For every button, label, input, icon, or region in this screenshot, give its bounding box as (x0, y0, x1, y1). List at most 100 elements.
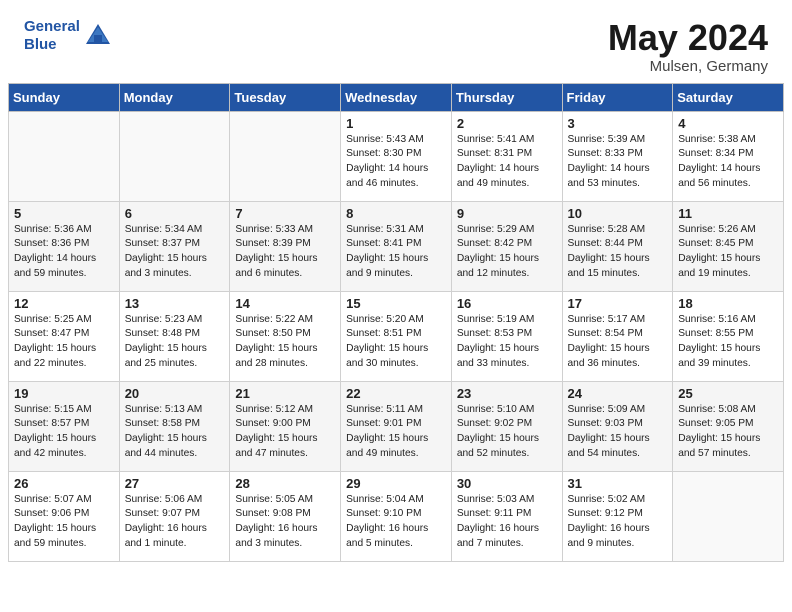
day-number: 21 (235, 386, 335, 401)
day-content: Sunrise: 5:43 AM Sunset: 8:30 PM Dayligh… (346, 133, 446, 192)
calendar-cell: 18 Sunrise: 5:16 AM Sunset: 8:55 PM Dayli… (673, 291, 784, 381)
calendar-cell: 1Sunrise: 5:43 AM Sunset: 8:30 PM Daylig… (341, 111, 452, 201)
logo-icon (84, 22, 112, 50)
day-content: Sunrise: 5:12 AM Sunset: 9:00 PM Dayligh… (235, 403, 335, 462)
calendar-body: 1Sunrise: 5:43 AM Sunset: 8:30 PM Daylig… (9, 111, 784, 561)
calendar-cell: 12 Sunrise: 5:25 AM Sunset: 8:47 PM Dayli… (9, 291, 120, 381)
calendar-cell: 3 Sunrise: 5:39 AM Sunset: 8:33 PM Daylig… (562, 111, 673, 201)
calendar-week-row: 1Sunrise: 5:43 AM Sunset: 8:30 PM Daylig… (9, 111, 784, 201)
day-content: Sunrise: 5:05 AM Sunset: 9:08 PM Dayligh… (235, 493, 335, 552)
calendar-cell: 22Sunrise: 5:11 AM Sunset: 9:01 PM Dayli… (341, 381, 452, 471)
day-number: 26 (14, 476, 114, 491)
col-saturday: Saturday (673, 83, 784, 111)
day-content: Sunrise: 5:02 AM Sunset: 9:12 PM Dayligh… (568, 493, 668, 552)
day-content: Sunrise: 5:20 AM Sunset: 8:51 PM Dayligh… (346, 313, 446, 372)
day-number: 2 (457, 116, 557, 131)
calendar-cell: 30 Sunrise: 5:03 AM Sunset: 9:11 PM Dayli… (451, 471, 562, 561)
calendar-week-row: 19 Sunrise: 5:15 AM Sunset: 8:57 PM Dayli… (9, 381, 784, 471)
calendar-cell: 31 Sunrise: 5:02 AM Sunset: 9:12 PM Dayli… (562, 471, 673, 561)
logo-text: General Blue (24, 18, 80, 54)
day-number: 25 (678, 386, 778, 401)
calendar-cell: 19 Sunrise: 5:15 AM Sunset: 8:57 PM Dayli… (9, 381, 120, 471)
day-number: 6 (125, 206, 225, 221)
day-content: Sunrise: 5:07 AM Sunset: 9:06 PM Dayligh… (14, 493, 114, 552)
day-number: 23 (457, 386, 557, 401)
day-number: 5 (14, 206, 114, 221)
calendar-cell: 5Sunrise: 5:36 AM Sunset: 8:36 PM Daylig… (9, 201, 120, 291)
day-number: 16 (457, 296, 557, 311)
calendar-wrapper: Sunday Monday Tuesday Wednesday Thursday… (0, 83, 792, 574)
day-content: Sunrise: 5:22 AM Sunset: 8:50 PM Dayligh… (235, 313, 335, 372)
day-content: Sunrise: 5:23 AM Sunset: 8:48 PM Dayligh… (125, 313, 225, 372)
day-number: 3 (568, 116, 668, 131)
calendar-cell (230, 111, 341, 201)
day-content: Sunrise: 5:29 AM Sunset: 8:42 PM Dayligh… (457, 223, 557, 282)
calendar-week-row: 26 Sunrise: 5:07 AM Sunset: 9:06 PM Dayli… (9, 471, 784, 561)
calendar-cell (9, 111, 120, 201)
calendar-cell: 20Sunrise: 5:13 AM Sunset: 8:58 PM Dayli… (119, 381, 230, 471)
day-content: Sunrise: 5:06 AM Sunset: 9:07 PM Dayligh… (125, 493, 225, 552)
day-content: Sunrise: 5:19 AM Sunset: 8:53 PM Dayligh… (457, 313, 557, 372)
location: Mulsen, Germany (608, 58, 768, 75)
calendar-cell: 24 Sunrise: 5:09 AM Sunset: 9:03 PM Dayli… (562, 381, 673, 471)
day-number: 30 (457, 476, 557, 491)
day-content: Sunrise: 5:10 AM Sunset: 9:02 PM Dayligh… (457, 403, 557, 462)
calendar-cell: 17 Sunrise: 5:17 AM Sunset: 8:54 PM Dayli… (562, 291, 673, 381)
day-number: 29 (346, 476, 446, 491)
day-number: 13 (125, 296, 225, 311)
day-content: Sunrise: 5:11 AM Sunset: 9:01 PM Dayligh… (346, 403, 446, 462)
calendar-cell: 28 Sunrise: 5:05 AM Sunset: 9:08 PM Dayli… (230, 471, 341, 561)
day-content: Sunrise: 5:09 AM Sunset: 9:03 PM Dayligh… (568, 403, 668, 462)
col-sunday: Sunday (9, 83, 120, 111)
day-number: 20 (125, 386, 225, 401)
day-number: 18 (678, 296, 778, 311)
day-number: 12 (14, 296, 114, 311)
col-tuesday: Tuesday (230, 83, 341, 111)
calendar-cell: 8Sunrise: 5:31 AM Sunset: 8:41 PM Daylig… (341, 201, 452, 291)
day-number: 14 (235, 296, 335, 311)
day-number: 8 (346, 206, 446, 221)
day-number: 24 (568, 386, 668, 401)
calendar-header: Sunday Monday Tuesday Wednesday Thursday… (9, 83, 784, 111)
day-content: Sunrise: 5:16 AM Sunset: 8:55 PM Dayligh… (678, 313, 778, 372)
col-wednesday: Wednesday (341, 83, 452, 111)
calendar-cell: 16 Sunrise: 5:19 AM Sunset: 8:53 PM Dayli… (451, 291, 562, 381)
day-content: Sunrise: 5:26 AM Sunset: 8:45 PM Dayligh… (678, 223, 778, 282)
header-row: Sunday Monday Tuesday Wednesday Thursday… (9, 83, 784, 111)
day-number: 17 (568, 296, 668, 311)
calendar-cell: 9 Sunrise: 5:29 AM Sunset: 8:42 PM Daylig… (451, 201, 562, 291)
day-number: 28 (235, 476, 335, 491)
day-number: 31 (568, 476, 668, 491)
day-content: Sunrise: 5:39 AM Sunset: 8:33 PM Dayligh… (568, 133, 668, 192)
calendar-cell: 11 Sunrise: 5:26 AM Sunset: 8:45 PM Dayli… (673, 201, 784, 291)
day-content: Sunrise: 5:38 AM Sunset: 8:34 PM Dayligh… (678, 133, 778, 192)
col-monday: Monday (119, 83, 230, 111)
logo: General Blue (24, 18, 112, 54)
day-number: 9 (457, 206, 557, 221)
calendar-cell: 27Sunrise: 5:06 AM Sunset: 9:07 PM Dayli… (119, 471, 230, 561)
day-content: Sunrise: 5:25 AM Sunset: 8:47 PM Dayligh… (14, 313, 114, 372)
calendar-cell: 2Sunrise: 5:41 AM Sunset: 8:31 PM Daylig… (451, 111, 562, 201)
calendar-cell: 21 Sunrise: 5:12 AM Sunset: 9:00 PM Dayli… (230, 381, 341, 471)
day-number: 15 (346, 296, 446, 311)
day-content: Sunrise: 5:03 AM Sunset: 9:11 PM Dayligh… (457, 493, 557, 552)
calendar-week-row: 5Sunrise: 5:36 AM Sunset: 8:36 PM Daylig… (9, 201, 784, 291)
day-content: Sunrise: 5:33 AM Sunset: 8:39 PM Dayligh… (235, 223, 335, 282)
page-header: General Blue May 2024 Mulsen, Germany (0, 0, 792, 83)
calendar-cell: 14 Sunrise: 5:22 AM Sunset: 8:50 PM Dayli… (230, 291, 341, 381)
calendar-cell: 26 Sunrise: 5:07 AM Sunset: 9:06 PM Dayli… (9, 471, 120, 561)
day-number: 10 (568, 206, 668, 221)
day-number: 11 (678, 206, 778, 221)
title-block: May 2024 Mulsen, Germany (608, 18, 768, 75)
day-content: Sunrise: 5:04 AM Sunset: 9:10 PM Dayligh… (346, 493, 446, 552)
day-content: Sunrise: 5:28 AM Sunset: 8:44 PM Dayligh… (568, 223, 668, 282)
day-content: Sunrise: 5:15 AM Sunset: 8:57 PM Dayligh… (14, 403, 114, 462)
day-content: Sunrise: 5:08 AM Sunset: 9:05 PM Dayligh… (678, 403, 778, 462)
day-number: 19 (14, 386, 114, 401)
calendar-cell: 29 Sunrise: 5:04 AM Sunset: 9:10 PM Dayli… (341, 471, 452, 561)
calendar-cell (119, 111, 230, 201)
day-content: Sunrise: 5:17 AM Sunset: 8:54 PM Dayligh… (568, 313, 668, 372)
day-number: 4 (678, 116, 778, 131)
calendar-week-row: 12 Sunrise: 5:25 AM Sunset: 8:47 PM Dayli… (9, 291, 784, 381)
calendar-cell: 6Sunrise: 5:34 AM Sunset: 8:37 PM Daylig… (119, 201, 230, 291)
